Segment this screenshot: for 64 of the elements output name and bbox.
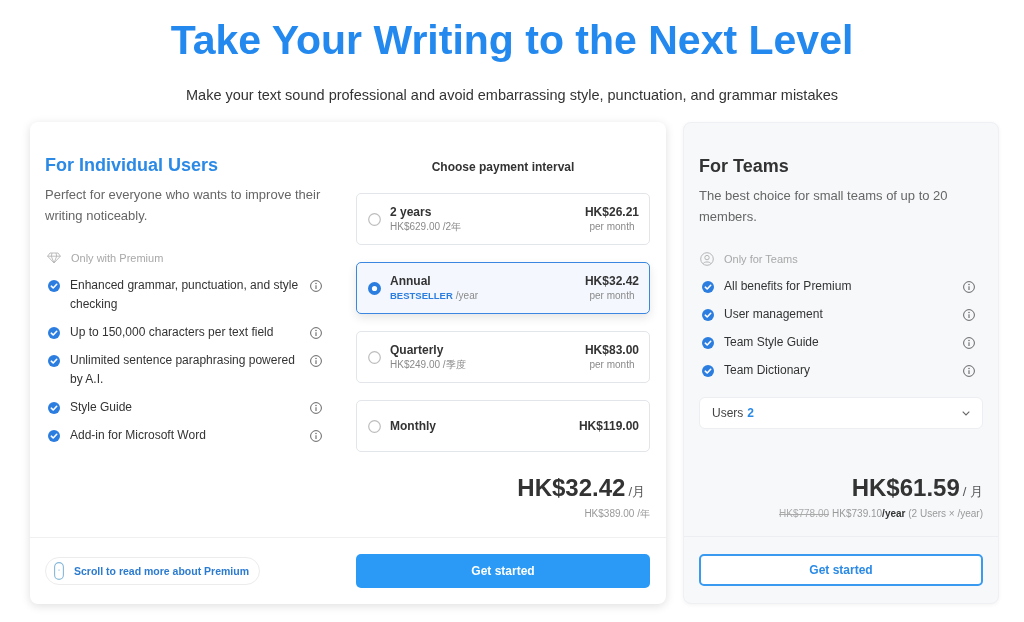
- plan-description: The best choice for small teams of up to 20 members.: [699, 187, 949, 226]
- interval-name: Monthly: [390, 418, 437, 434]
- feature-text: Team Style Guide: [724, 334, 820, 351]
- interval-heading: Choose payment interval: [430, 160, 576, 175]
- info-icon[interactable]: [963, 336, 975, 349]
- radio-selected-icon: [368, 281, 381, 295]
- feature-text: Up to 150,000 characters per text field: [70, 324, 275, 341]
- teams-note: Only for Teams: [724, 252, 798, 265]
- info-icon[interactable]: [310, 354, 322, 367]
- original-price: HK$778.00: [779, 507, 830, 521]
- caret-icon: [962, 410, 970, 416]
- interval-price: HK$83.00: [584, 342, 639, 358]
- info-icon[interactable]: [310, 279, 322, 292]
- interval-period: per month: [589, 289, 635, 303]
- interval-price: HK$26.21: [584, 204, 639, 220]
- interval-name: Annual: [390, 273, 432, 289]
- interval-option[interactable]: Annual BESTSELLER /year HK$32.42 per month: [356, 262, 650, 314]
- interval-total: HK$249.00 /季度: [390, 358, 466, 372]
- interval-option[interactable]: 2 years HK$629.00 /2年 HK$26.21 per month: [356, 193, 650, 245]
- diamond-icon: [47, 251, 61, 264]
- plan-description: Perfect for everyone who wants to improve their writing noticeably.: [45, 186, 322, 225]
- users-dropdown[interactable]: Users 2: [699, 397, 983, 429]
- monthly-price: HK$61.59: [851, 473, 960, 503]
- price-unit: /月: [628, 483, 645, 501]
- interval-name: 2 years: [390, 204, 433, 220]
- monthly-price: HK$32.42: [517, 473, 626, 503]
- interval-period: per month: [589, 358, 635, 372]
- user-circle-icon: [700, 251, 714, 266]
- scroll-hint-link[interactable]: Scroll to read more about Premium: [45, 557, 261, 585]
- yearly-price: HK$739.10/year (2 Users × /year): [832, 507, 983, 521]
- info-icon[interactable]: [310, 401, 322, 414]
- radio-icon: [368, 350, 381, 364]
- info-icon[interactable]: [310, 326, 322, 339]
- page-subtitle: Make your text sound professional and avoid embarrassing style, punctuation, and grammar mistakes: [186, 86, 838, 105]
- feature-text: All benefits for Premium: [724, 278, 853, 295]
- feature-text: Unlimited sentence paraphrasing powered by A.I.: [70, 352, 296, 388]
- interval-period: per month: [589, 220, 635, 234]
- info-icon[interactable]: [963, 364, 975, 377]
- page-title: Take Your Writing to the Next Level: [170, 16, 854, 65]
- feature-text: Enhanced grammar, punctuation, and style checking: [70, 277, 300, 313]
- info-icon[interactable]: [963, 280, 975, 293]
- interval-price: HK$32.42: [584, 273, 639, 289]
- feature-text: Team Dictionary: [724, 362, 812, 379]
- info-icon[interactable]: [310, 429, 322, 442]
- feature-text: User management: [724, 306, 824, 323]
- plan-title: For Individual Users: [45, 154, 220, 176]
- feature-text: Style Guide: [70, 399, 134, 416]
- bestseller-label: BESTSELLER: [390, 289, 453, 303]
- plan-title: For Teams: [699, 155, 790, 177]
- get-started-button[interactable]: Get started: [699, 554, 983, 586]
- interval-name: Quarterly: [390, 342, 445, 358]
- mouse-icon: [54, 562, 64, 580]
- radio-icon: [368, 212, 381, 226]
- info-icon[interactable]: [963, 308, 975, 321]
- price-unit: / 月: [962, 483, 983, 501]
- premium-note: Only with Premium: [71, 251, 164, 264]
- interval-option[interactable]: Monthly HK$119.00: [356, 400, 650, 452]
- interval-total: /year: [455, 289, 479, 303]
- feature-text: Add-in for Microsoft Word: [70, 427, 207, 444]
- yearly-price: HK$389.00 /年: [584, 507, 650, 521]
- interval-price: HK$119.00: [578, 418, 639, 434]
- interval-total: HK$629.00 /2年: [390, 220, 462, 234]
- radio-icon: [368, 419, 381, 433]
- interval-option[interactable]: Quarterly HK$249.00 /季度 HK$83.00 per month: [356, 331, 650, 383]
